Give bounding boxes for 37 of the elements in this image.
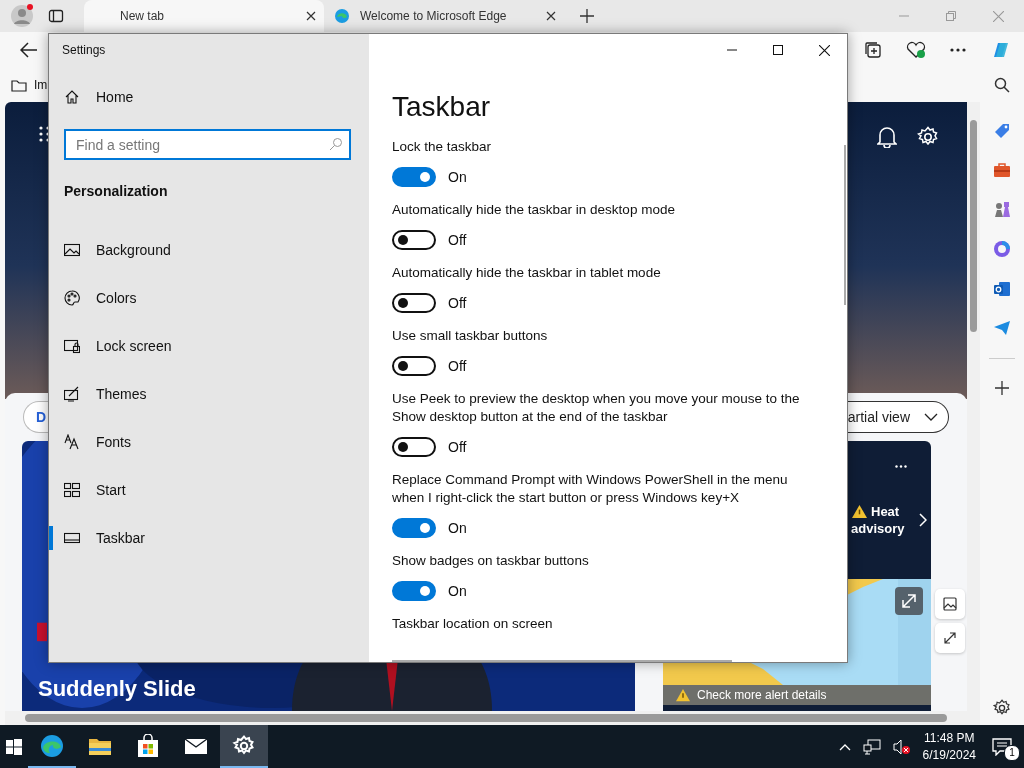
option-label: Taskbar location on screen	[392, 615, 554, 633]
details-text: Check more alert details	[697, 688, 827, 702]
browser-tab[interactable]: Welcome to Microsoft Edge	[324, 0, 564, 32]
toggle-state: On	[448, 583, 467, 599]
option-label: Show badges on taskbar buttons	[392, 552, 590, 570]
favorites-item[interactable]: Im	[34, 78, 48, 92]
option-label: Use Peek to preview the desktop when you move your mouse to the Show desktop button at the end of the taskbar	[392, 390, 801, 426]
nav-item[interactable]: Lock screen	[49, 322, 354, 370]
nav-item[interactable]: Taskbar	[49, 514, 354, 562]
view-dropdown[interactable]: artial view	[845, 401, 949, 433]
nav-item[interactable]: Colors	[49, 274, 354, 322]
option-label: Lock the taskbar	[392, 138, 493, 156]
toggle-state: On	[448, 169, 467, 185]
option-label: Automatically hide the taskbar in tablet mode	[392, 264, 662, 282]
browser-tab[interactable]: New tab	[84, 0, 324, 32]
nav-item[interactable]: Themes	[49, 370, 354, 418]
window-title: Settings	[62, 43, 106, 57]
option-label: Use small taskbar buttons	[392, 327, 549, 345]
option-label: Replace Command Prompt with Windows PowerShell in the menu when I right-click the start button or press Windows key+X	[392, 471, 789, 507]
toggle-state: On	[448, 520, 467, 536]
alert-details-bar[interactable]: Check more alert details	[663, 685, 931, 705]
alert-text[interactable]: Heat advisory	[851, 503, 913, 537]
toggle-state: Off	[448, 358, 467, 374]
filter-pill[interactable]: D	[23, 401, 48, 433]
option-label: Automatically hide the taskbar in desktop mode	[392, 201, 676, 219]
page-title: Taskbar	[392, 90, 492, 124]
home-nav-item[interactable]: Home	[64, 73, 369, 121]
section-title: Personalization	[64, 183, 169, 199]
clock[interactable]: 11:48 PM 6/19/2024	[922, 729, 976, 764]
toggle-state: Off	[448, 232, 467, 248]
nav-item[interactable]: Fonts	[49, 418, 354, 466]
headline-text[interactable]: Suddenly Slide	[38, 673, 196, 705]
toggle-state: Off	[448, 295, 467, 311]
search-field[interactable]: Find a setting	[64, 129, 351, 160]
nav-item[interactable]: Background	[49, 226, 354, 274]
nav-item[interactable]: Start	[49, 466, 354, 514]
toggle-state: Off	[448, 439, 467, 455]
